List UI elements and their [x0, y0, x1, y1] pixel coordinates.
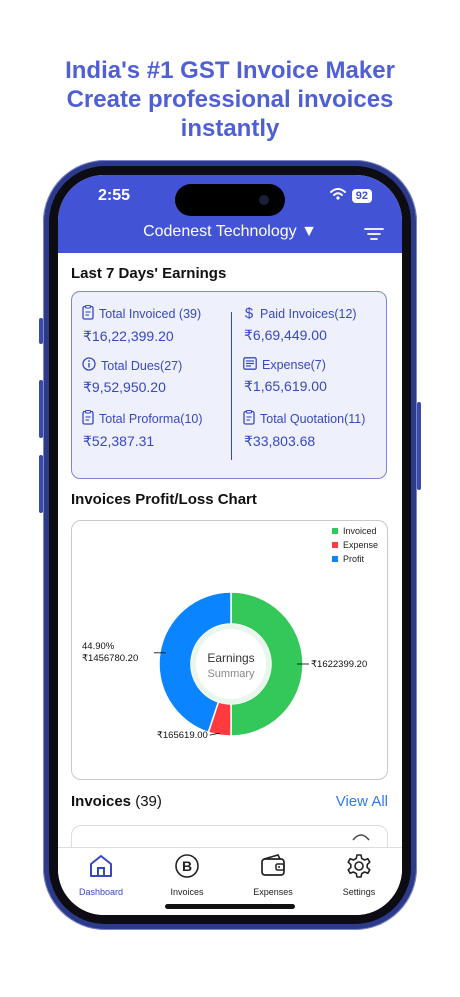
stat-label: Total Dues(27) [101, 358, 183, 373]
home-icon [90, 855, 112, 877]
profit-loss-chart-card: Invoiced Expense Profit Earnings Summary ₹… [71, 520, 388, 780]
data-label-expense: ₹165619.00 [157, 730, 208, 741]
invoice-doc-icon [82, 304, 94, 323]
stat-value: ₹52,387.31 [83, 433, 155, 449]
stat-label: Paid Invoices(12) [260, 306, 357, 321]
stat-label: Expense(7) [262, 358, 326, 372]
stat-value: ₹9,52,950.20 [83, 379, 166, 395]
battery-indicator: 92 [351, 189, 372, 203]
stat-total-quotation[interactable]: Total Quotation(11) ₹33,803.68 [243, 409, 366, 450]
invoice-b-icon: B [175, 854, 199, 878]
data-label-invoiced: ₹1622399.20 [311, 659, 367, 670]
dollar-icon: $ [244, 305, 254, 322]
filter-icon[interactable] [364, 227, 384, 246]
phone-power-button [417, 402, 421, 490]
phone-volume-up-button [39, 380, 43, 438]
data-label-profit: ₹1456780.20 [82, 653, 138, 664]
camera-icon [259, 195, 269, 205]
company-selector[interactable]: Codenest Technology ▼ [58, 223, 402, 241]
promo-line-3: instantly [180, 115, 280, 142]
tab-expenses[interactable]: Expenses [230, 852, 316, 897]
dashboard-content[interactable]: Last 7 Days' Earnings Total Invoiced (39… [58, 253, 402, 847]
chart-title: Invoices Profit/Loss Chart [71, 491, 257, 508]
earnings-divider [231, 312, 232, 460]
stat-total-proforma[interactable]: Total Proforma(10) ₹52,387.31 [82, 409, 203, 450]
stat-label: Total Invoiced (39) [99, 307, 202, 321]
phone-action-button [39, 318, 43, 344]
stat-value: ₹1,65,619.00 [244, 378, 327, 394]
stat-value: ₹33,803.68 [244, 433, 316, 449]
wifi-icon [329, 187, 346, 205]
proforma-doc-icon [82, 409, 94, 428]
tab-label: Invoices [170, 887, 204, 897]
dynamic-island [175, 184, 285, 216]
stat-expense[interactable]: Expense(7) ₹1,65,619.00 [243, 357, 327, 395]
app-screen: 2:55 92 Codenest Technology ▼ Last 7 Day… [58, 175, 402, 915]
quotation-doc-icon [243, 409, 255, 428]
invoice-list-item[interactable] [71, 825, 388, 847]
invoices-title-text: Invoices [71, 793, 132, 810]
wallet-icon [261, 854, 285, 876]
data-label-profit-percent: 44.90% [82, 641, 115, 652]
promo-line-2: Create professional invoices [66, 86, 394, 113]
stat-label: Total Proforma(10) [99, 412, 203, 426]
donut-center-subtitle: Summary [207, 668, 255, 680]
donut-center-title: Earnings [207, 651, 254, 665]
invoices-count: (39) [135, 793, 162, 810]
tab-label: Settings [342, 887, 376, 897]
home-indicator [165, 904, 295, 909]
bottom-tab-bar: Dashboard B Invoices Expenses Settings [58, 847, 402, 915]
tab-invoices[interactable]: B Invoices [144, 852, 230, 897]
invoices-section-title: Invoices (39) [71, 793, 162, 810]
stat-total-invoiced[interactable]: Total Invoiced (39) ₹16,22,399.20 [82, 304, 202, 345]
earnings-title: Last 7 Days' Earnings [71, 265, 227, 282]
tab-settings[interactable]: Settings [316, 852, 402, 897]
promo-line-1: India's #1 GST Invoice Maker [65, 57, 395, 84]
stat-total-dues[interactable]: Total Dues(27) ₹9,52,950.20 [82, 357, 182, 396]
info-icon [82, 357, 96, 374]
tab-label: Expenses [253, 887, 293, 897]
view-all-link[interactable]: View All [336, 793, 388, 810]
item-status-icon [352, 834, 370, 841]
stat-paid-invoices[interactable]: $ Paid Invoices(12) ₹6,69,449.00 [243, 305, 357, 344]
donut-chart: Earnings Summary ₹1622399.20 ₹165619.00 44.9… [82, 591, 367, 741]
status-time: 2:55 [98, 187, 131, 204]
promo-headline: India's #1 GST Invoice Maker Create prof… [0, 56, 460, 143]
tab-dashboard[interactable]: Dashboard [58, 852, 144, 897]
app-header: 2:55 92 Codenest Technology ▼ [58, 175, 402, 253]
svg-text:B: B [182, 858, 192, 874]
phone-volume-down-button [39, 455, 43, 513]
stat-value: ₹16,22,399.20 [83, 328, 174, 344]
tab-label: Dashboard [78, 887, 124, 897]
stat-label: Total Quotation(11) [260, 412, 366, 426]
status-indicators: 92 [329, 187, 372, 205]
earnings-card: Total Invoiced (39) ₹16,22,399.20 $ Paid… [71, 291, 387, 479]
gear-icon [347, 854, 371, 878]
stat-value: ₹6,69,449.00 [244, 327, 327, 343]
expense-list-icon [243, 357, 257, 373]
